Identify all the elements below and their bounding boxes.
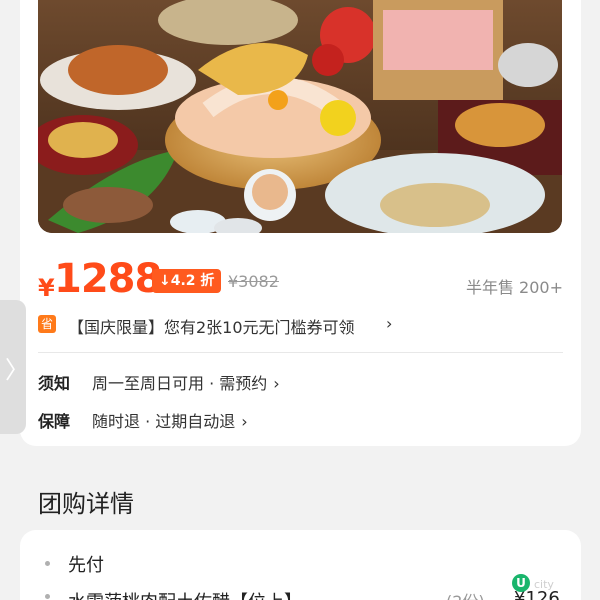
guarantee-row[interactable]: 保障 随时退 · 过期自动退 › [38,408,563,432]
watermark: city [534,578,554,591]
chevron-right-icon: › [241,412,248,431]
notice-label: 须知 [38,374,71,393]
menu-item-name: 水雪菠桃肉配土佐醋【位上】 [68,588,302,600]
notice-value-text: 周一至周日可用 · 需预约 [92,374,268,393]
price-row: ¥ 1288 ↓4.2 折 ¥3082 半年售 200+ [38,256,563,306]
coupon-row[interactable]: 省 【国庆限量】您有2张10元无门槛券可领 › [38,313,563,337]
chevron-right-icon: › [386,314,393,333]
coupon-icon: 省 [38,315,56,333]
course-title: 先付 [68,555,104,576]
guarantee-value-text: 随时退 · 过期自动退 [92,412,236,431]
currency-symbol: ¥ [38,274,55,302]
bullet-icon [45,561,50,566]
original-price: ¥3082 [228,272,279,291]
notice-row[interactable]: 须知 周一至周日可用 · 需预约 › [38,370,563,394]
current-price: 1288 [54,256,162,302]
side-expand-tab[interactable]: 〉 [0,300,29,434]
product-photo[interactable] [38,0,562,233]
notice-value: 周一至周日可用 · 需预约 › [92,370,280,394]
bullet-icon [45,594,50,599]
discount-badge: ↓4.2 折 [152,269,222,293]
menu-item-quantity: (2份) [446,588,485,600]
chevron-right-icon: 〉 [5,356,29,384]
coupon-text: 【国庆限量】您有2张10元无门槛券可领 [68,318,355,337]
app-badge-icon: U [512,574,530,592]
guarantee-label: 保障 [38,412,71,431]
guarantee-value: 随时退 · 过期自动退 › [92,408,248,432]
sold-count: 半年售 200+ [465,278,563,297]
chevron-right-icon: › [273,374,280,393]
divider [38,352,563,353]
section-title: 团购详情 [38,490,134,518]
